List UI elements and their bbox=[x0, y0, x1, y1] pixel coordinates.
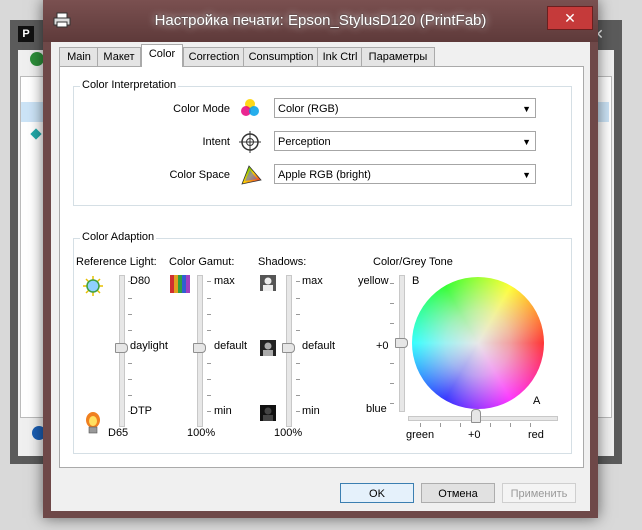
color-interpretation-title: Color Interpretation bbox=[80, 79, 179, 91]
tone-h-right-label: red bbox=[528, 429, 544, 441]
color-space-label: Color Space bbox=[169, 169, 230, 181]
tone-vertical-slider-thumb[interactable] bbox=[395, 338, 408, 348]
chevron-down-icon: ▼ bbox=[522, 170, 531, 180]
shadows-value: 100% bbox=[274, 427, 303, 439]
reference-light-top-label: D80 bbox=[130, 275, 151, 287]
color-space-select[interactable]: Apple RGB (bright) ▼ bbox=[274, 164, 536, 184]
dialog-title: Настройка печати: Epson_StylusD120 (Prin… bbox=[154, 12, 487, 29]
tone-bottom-right-label: A bbox=[533, 395, 541, 407]
cancel-button[interactable]: Отмена bbox=[421, 483, 495, 503]
tab-color[interactable]: Color bbox=[141, 44, 183, 67]
reference-light-header: Reference Light: bbox=[76, 256, 157, 268]
chevron-down-icon: ▼ bbox=[522, 137, 531, 147]
apply-button[interactable]: Применить bbox=[502, 483, 576, 503]
ok-button[interactable]: OK bbox=[340, 483, 414, 503]
reference-light-value: D65 bbox=[108, 427, 129, 439]
gamut-triangle-icon bbox=[241, 165, 262, 185]
shadows-slider-thumb[interactable] bbox=[282, 343, 295, 353]
dialog-client: Main Макет Color Correction Consumption … bbox=[51, 42, 590, 511]
tab-ink-ctrl[interactable]: Ink Ctrl bbox=[317, 47, 363, 66]
reference-light-bottom-label: DTP bbox=[130, 405, 152, 417]
bulb-icon bbox=[86, 412, 100, 434]
reference-light-slider-thumb[interactable] bbox=[115, 343, 128, 353]
tab-consumption[interactable]: Consumption bbox=[243, 47, 319, 66]
intent-select[interactable]: Perception ▼ bbox=[274, 131, 536, 151]
crosshair-icon bbox=[239, 131, 261, 153]
portrait-medium-icon bbox=[260, 340, 276, 356]
color-gamut-mid-label: default bbox=[214, 340, 248, 352]
tone-bottom-left-label: blue bbox=[366, 403, 387, 415]
shadows-bottom-label: min bbox=[302, 405, 320, 417]
tab-maket[interactable]: Макет bbox=[97, 47, 141, 66]
color-space-value: Apple RGB (bright) bbox=[278, 169, 371, 181]
rgb-circles-icon bbox=[241, 99, 259, 116]
color-adaption-title: Color Adaption bbox=[80, 231, 157, 243]
color-grey-tone-header: Color/Grey Tone bbox=[373, 256, 453, 268]
color-wheel-center bbox=[412, 277, 544, 409]
check-circle-icon bbox=[30, 52, 44, 66]
intent-value: Perception bbox=[278, 136, 331, 148]
color-gamut-header: Color Gamut: bbox=[169, 256, 235, 268]
tab-correction[interactable]: Correction bbox=[183, 47, 245, 66]
app-icon: P bbox=[18, 26, 34, 42]
tone-top-right-label: B bbox=[412, 275, 420, 287]
shadows-mid-label: default bbox=[302, 340, 336, 352]
color-wheel[interactable] bbox=[412, 277, 544, 409]
shadows-header: Shadows: bbox=[258, 256, 307, 268]
portrait-dark-icon bbox=[260, 405, 276, 421]
color-mode-select[interactable]: Color (RGB) ▼ bbox=[274, 98, 536, 118]
sun-icon bbox=[83, 276, 103, 296]
print-settings-dialog: Настройка печати: Epson_StylusD120 (Prin… bbox=[43, 0, 598, 518]
tone-mid-left-label: +0 bbox=[376, 340, 389, 352]
color-gamut-slider-thumb[interactable] bbox=[193, 343, 206, 353]
tone-horizontal-track[interactable] bbox=[408, 416, 558, 421]
tone-h-left-label: green bbox=[406, 429, 435, 441]
tab-parametry[interactable]: Параметры bbox=[361, 47, 435, 66]
close-icon[interactable]: ✕ bbox=[547, 6, 593, 30]
chevron-down-icon: ▼ bbox=[522, 104, 531, 114]
tab-main[interactable]: Main bbox=[59, 47, 99, 66]
shadows-top-label: max bbox=[302, 275, 323, 287]
reference-light-mid-label: daylight bbox=[130, 340, 168, 352]
tone-h-mid-label: +0 bbox=[468, 429, 481, 441]
color-gamut-value: 100% bbox=[187, 427, 216, 439]
color-mode-label: Color Mode bbox=[173, 103, 230, 115]
color-gamut-top-label: max bbox=[214, 275, 235, 287]
color-tab-page: Color Interpretation Color Mode Color (R… bbox=[59, 66, 584, 468]
color-mode-value: Color (RGB) bbox=[278, 103, 339, 115]
gamut-swatch-icon bbox=[170, 275, 190, 293]
color-interpretation-group: Color Interpretation Color Mode Color (R… bbox=[73, 79, 572, 206]
color-gamut-bottom-label: min bbox=[214, 405, 232, 417]
dialog-titlebar: Настройка печати: Epson_StylusD120 (Prin… bbox=[43, 0, 598, 42]
tone-top-left-label: yellow bbox=[358, 275, 389, 287]
tone-horizontal-slider-thumb[interactable] bbox=[471, 409, 481, 423]
portrait-light-icon bbox=[260, 275, 276, 291]
intent-label: Intent bbox=[202, 136, 230, 148]
